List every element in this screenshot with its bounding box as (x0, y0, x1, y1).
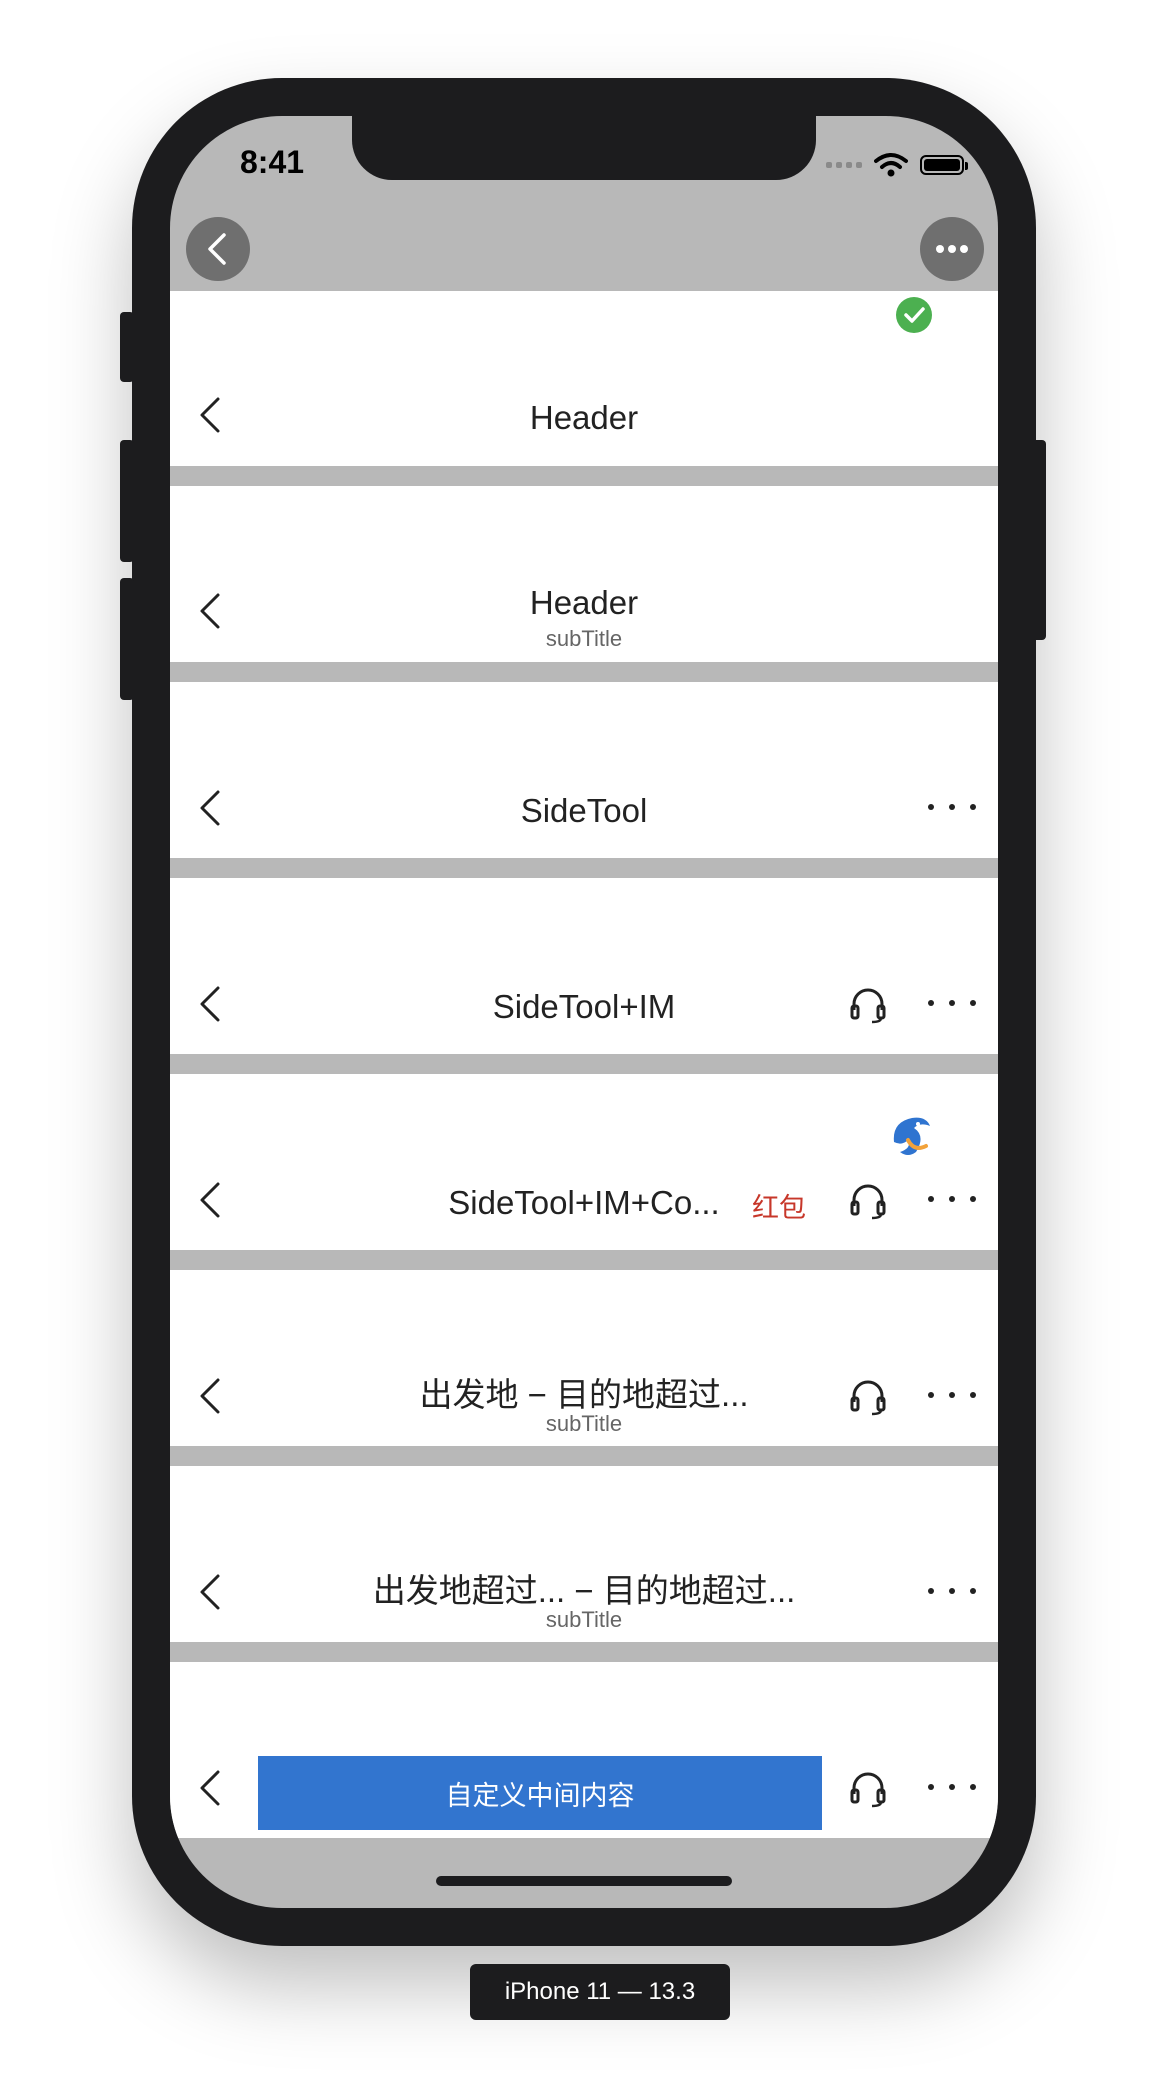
more-dots-icon[interactable] (928, 804, 976, 814)
floating-more-button[interactable] (920, 217, 984, 281)
back-chevron-icon[interactable] (192, 1768, 232, 1808)
check-icon (896, 297, 932, 333)
list-item: SideTool+IM (170, 878, 998, 1054)
list-item: 出发地 − 目的地超过... subTitle (170, 1270, 998, 1446)
more-dots-icon[interactable] (928, 1784, 976, 1794)
status-time: 8:41 (240, 144, 305, 180)
nav-subtitle: subTitle (545, 626, 623, 651)
floating-back-button[interactable] (186, 217, 250, 281)
device-label: iPhone 11 — 13.3 (470, 1964, 730, 2020)
list-item: 出发地超过... − 目的地超过... subTitle (170, 1466, 998, 1642)
list-item: Header subTitle (170, 486, 998, 662)
wifi-icon (874, 153, 908, 177)
nav-title: Header (529, 399, 639, 436)
nav-title: Header (529, 584, 639, 621)
headset-icon[interactable] (848, 1768, 888, 1808)
headset-icon[interactable] (848, 1180, 888, 1220)
more-dots-icon[interactable] (928, 1196, 976, 1206)
battery-icon (920, 155, 968, 175)
chevron-left-icon (208, 233, 226, 265)
list-item: Header (170, 291, 998, 466)
more-dots-icon (936, 245, 968, 253)
more-dots-icon[interactable] (928, 1588, 976, 1598)
more-dots-icon[interactable] (928, 1000, 976, 1010)
notch (352, 116, 816, 180)
side-button-volume-down (120, 578, 134, 700)
more-dots-icon[interactable] (928, 1392, 976, 1402)
dolphin-logo-icon (893, 1117, 930, 1155)
headset-icon[interactable] (848, 1376, 888, 1416)
nav-title: 出发地超过... − 目的地超过... (372, 1572, 796, 1609)
list-item: SideTool (170, 682, 998, 858)
nav-title: SideTool (520, 792, 648, 829)
home-indicator[interactable] (436, 1876, 732, 1886)
list-item: SideTool+IM+Co... 红包 (170, 1074, 998, 1250)
nav-subtitle: subTitle (545, 1607, 623, 1632)
red-packet-label[interactable]: 红包 (752, 1186, 806, 1225)
signal-icon (826, 162, 862, 168)
status-icons (826, 152, 968, 178)
side-button-power (1032, 440, 1046, 640)
custom-center-content[interactable]: 自定义中间内容 (258, 1756, 822, 1830)
headset-icon[interactable] (848, 984, 888, 1024)
list-item: 自定义中间内容 (170, 1662, 998, 1838)
side-button-mute (120, 312, 134, 382)
screen: 8:41 Header Header subTitle SideTool Sid… (170, 116, 998, 1908)
side-button-volume-up (120, 440, 134, 562)
